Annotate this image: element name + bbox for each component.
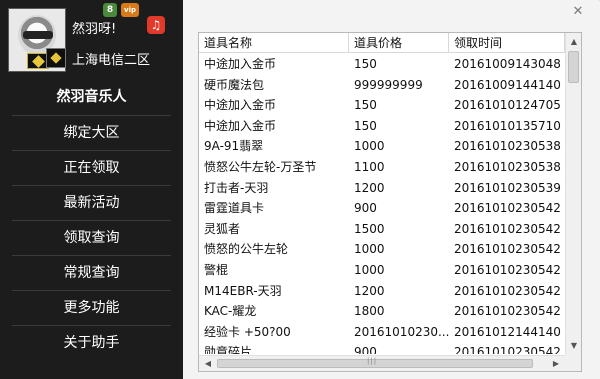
table-row[interactable]: 打击者-天羽 1200 20161010230539 <box>199 178 565 199</box>
table-row[interactable]: 愤怒公牛左轮-万圣节 1100 20161010230538 <box>199 157 565 178</box>
cell-item-price: 150 <box>354 57 377 71</box>
menu-item-regular-query[interactable]: 常规查询 <box>12 255 171 290</box>
scroll-grip-icon: ||| <box>367 357 378 365</box>
cell-claim-time: 20161010230542 <box>454 242 561 257</box>
cell-item-price: 150 <box>354 98 377 113</box>
cell-item-price: 1100 <box>354 159 385 174</box>
cell-claim-time: 20161010230542 <box>454 221 561 236</box>
avatar-sunglasses <box>23 31 53 39</box>
cell-claim-time: 20161012144140 <box>454 324 561 339</box>
cell-item-price: 1500 <box>354 221 385 236</box>
cell-claim-time: 20161010230538 <box>454 159 561 174</box>
table-row[interactable]: 9A-91翡翠 1000 20161010230538 <box>199 136 565 157</box>
cell-item-name: KAC-耀龙 <box>204 304 257 319</box>
cell-item-name: 愤怒公牛左轮-万圣节 <box>204 159 317 174</box>
cell-item-name: M14EBR-天羽 <box>204 283 282 298</box>
level-badge-icon: 8 <box>103 3 117 17</box>
column-header-claim-time[interactable]: 领取时间 <box>449 33 565 52</box>
cell-item-name: 灵狐者 <box>204 221 241 236</box>
table-row[interactable]: 勋章碎片 900 20161010230542 <box>199 342 565 354</box>
table-row[interactable]: 雷霆道具卡 900 20161010230542 <box>199 198 565 219</box>
cell-item-price: 1000 <box>354 242 385 257</box>
cell-claim-time: 20161010135710 <box>454 118 561 133</box>
menu-item-about[interactable]: 关于助手 <box>12 325 171 360</box>
cell-claim-time: 20161010230542 <box>454 304 561 319</box>
cell-item-price: 1800 <box>354 304 385 319</box>
column-header-item-name[interactable]: 道具名称 <box>199 33 349 52</box>
menu-item-more-features[interactable]: 更多功能 <box>12 290 171 325</box>
cell-item-name: 硬币魔法包 <box>204 77 265 92</box>
server-rank-icon <box>46 48 66 68</box>
table-row[interactable]: 警棍 1000 20161010230542 <box>199 260 565 281</box>
cell-item-price: 1000 <box>354 262 385 277</box>
cell-item-name: 雷霆道具卡 <box>204 201 265 216</box>
table-row[interactable]: M14EBR-天羽 1200 20161010230542 <box>199 281 565 302</box>
table-header: 道具名称 道具价格 领取时间 <box>199 33 565 53</box>
status-badges: 8 vip <box>103 3 139 17</box>
cell-item-name: 勋章碎片 <box>204 345 253 354</box>
scroll-up-icon[interactable]: ▲ <box>566 35 582 49</box>
table-row[interactable]: 灵狐者 1500 20161010230542 <box>199 219 565 240</box>
cell-claim-time: 20161010124705 <box>454 98 561 113</box>
scroll-down-icon[interactable]: ▼ <box>566 339 582 353</box>
cell-item-name: 愤怒的公牛左轮 <box>204 242 289 257</box>
cell-item-name: 中途加入金币 <box>204 98 277 113</box>
cell-item-name: 经验卡 +50?00 <box>204 324 291 339</box>
cell-item-price: 900 <box>354 345 377 354</box>
menu-item-latest-events[interactable]: 最新活动 <box>12 185 171 220</box>
cell-item-price: 1200 <box>354 283 385 298</box>
vip-badge-icon: vip <box>121 3 139 17</box>
table-row[interactable]: 硬币魔法包 999999999 20161009144140 <box>199 75 565 96</box>
cell-item-name: 9A-91翡翠 <box>204 139 264 154</box>
cell-claim-time: 20161009144140 <box>454 77 561 92</box>
cell-item-price: 999999999 <box>354 77 423 92</box>
sidebar-menu: 然羽音乐人 绑定大区 正在领取 最新活动 领取查询 常规查询 更多功能 关于助手 <box>0 80 183 360</box>
cell-claim-time: 20161010230542 <box>454 345 561 354</box>
cell-item-name: 中途加入金币 <box>204 57 277 71</box>
cell-claim-time: 20161010230538 <box>454 139 561 154</box>
cell-claim-time: 20161010230542 <box>454 201 561 216</box>
vertical-scroll-thumb[interactable] <box>568 51 579 83</box>
cell-item-price: 20161010230... <box>354 324 449 339</box>
close-icon[interactable]: ✕ <box>568 2 588 22</box>
menu-item-bind-region[interactable]: 绑定大区 <box>12 115 171 150</box>
cell-claim-time: 20161010230542 <box>454 283 561 298</box>
scroll-left-icon[interactable]: ◀ <box>201 356 215 372</box>
table-row[interactable]: 经验卡 +50?00 20161010230... 20161012144140 <box>199 322 565 343</box>
cell-item-price: 1000 <box>354 139 385 154</box>
cell-claim-time: 20161009143048 <box>454 57 561 71</box>
table-row[interactable]: 愤怒的公牛左轮 1000 20161010230542 <box>199 239 565 260</box>
menu-item-claiming[interactable]: 正在领取 <box>12 150 171 185</box>
claim-records-table: 道具名称 道具价格 领取时间 中途加入金币 150 20161009143048 硬币… <box>198 32 582 372</box>
table-row[interactable]: 中途加入金币 150 20161009143048 <box>199 54 565 75</box>
server-name: 上海电信二区 <box>72 52 151 68</box>
sidebar: 8 vip ♫ 然羽呀! 上海电信二区 然羽音乐人 绑定大区 正在领取 最新活动… <box>0 0 183 379</box>
cell-item-price: 150 <box>354 118 377 133</box>
cell-item-name: 中途加入金币 <box>204 118 277 133</box>
menu-item-claim-query[interactable]: 领取查询 <box>12 220 171 255</box>
table-row[interactable]: KAC-耀龙 1800 20161010230542 <box>199 301 565 322</box>
music-icon[interactable]: ♫ <box>147 16 165 34</box>
horizontal-scrollbar[interactable]: ◀ ||| ▶ <box>199 355 565 371</box>
cell-claim-time: 20161010230539 <box>454 180 561 195</box>
cell-claim-time: 20161010230542 <box>454 262 561 277</box>
table-row[interactable]: 中途加入金币 150 20161010124705 <box>199 95 565 116</box>
cell-item-price: 900 <box>354 201 377 216</box>
cell-item-name: 警棍 <box>204 262 229 277</box>
scroll-right-icon[interactable]: ▶ <box>549 356 563 372</box>
table-row[interactable]: 中途加入金币 150 20161010135710 <box>199 116 565 137</box>
profile-card: 8 vip ♫ 然羽呀! 上海电信二区 <box>0 0 183 80</box>
menu-item-music[interactable]: 然羽音乐人 <box>0 80 183 115</box>
column-header-item-price[interactable]: 道具价格 <box>349 33 449 52</box>
cell-item-name: 打击者-天羽 <box>204 180 269 195</box>
scrollbar-corner <box>565 355 581 371</box>
user-nickname: 然羽呀! <box>72 22 117 37</box>
vertical-scrollbar[interactable]: ▲ ▼ <box>565 33 581 355</box>
cell-item-price: 1200 <box>354 180 385 195</box>
table-body: 中途加入金币 150 20161009143048 硬币魔法包 999999999 201… <box>199 54 565 354</box>
server-row: 上海电信二区 <box>46 48 150 68</box>
